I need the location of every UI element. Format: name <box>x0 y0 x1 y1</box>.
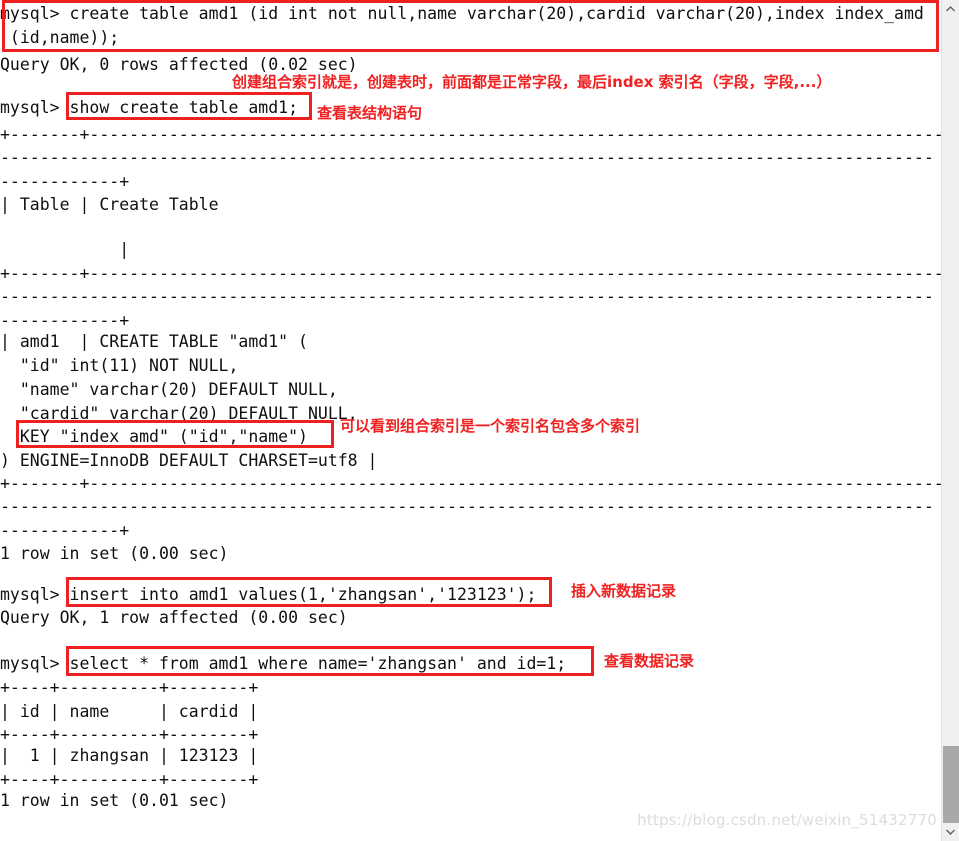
terminal-line: mysql> create table amd1 (id int not nul… <box>0 4 924 23</box>
terminal-line: Query OK, 1 row affected (0.00 sec) <box>0 608 348 627</box>
vertical-scrollbar[interactable] <box>941 0 959 841</box>
terminal-line: mysql> insert into amd1 values(1,'zhangs… <box>0 585 537 604</box>
scrollbar-thumb[interactable] <box>943 746 959 824</box>
annotation-insert-record: 插入新数据记录 <box>571 582 677 600</box>
terminal-line: mysql> show create table amd1; <box>0 98 299 117</box>
annotation-key-line-explain: 可以看到组合索引是一个索引名包含多个索引 <box>340 417 641 435</box>
terminal-line: +-------+-------------------------------… <box>0 264 941 283</box>
mysql-terminal[interactable]: mysql> create table amd1 (id int not nul… <box>0 0 941 841</box>
scroll-up-arrow-icon[interactable] <box>942 0 959 18</box>
terminal-line: ) ENGINE=InnoDB DEFAULT CHARSET=utf8 | <box>0 451 378 470</box>
terminal-line: "cardid" varchar(20) DEFAULT NULL, <box>0 404 358 423</box>
terminal-line: | Table | Create Table <box>0 195 219 214</box>
terminal-line: ----------------------------------------… <box>0 287 934 306</box>
terminal-line: ------------+ <box>0 172 130 191</box>
terminal-line: "id" int(11) NOT NULL, <box>0 356 239 375</box>
terminal-line: (id,name)); <box>0 28 120 47</box>
terminal-line: ----------------------------------------… <box>0 148 934 167</box>
terminal-line: KEY "index_amd" ("id","name") <box>0 427 308 446</box>
terminal-line: ----------------------------------------… <box>0 497 934 516</box>
terminal-line: mysql> select * from amd1 where name='zh… <box>0 654 567 673</box>
terminal-line: ------------+ <box>0 521 130 540</box>
annotation-select-record: 查看数据记录 <box>604 652 695 670</box>
terminal-line: +-------+-------------------------------… <box>0 125 941 144</box>
annotation-show-table-structure: 查看表结构语句 <box>317 104 423 122</box>
terminal-line: | 1 | zhangsan | 123123 | <box>0 746 259 765</box>
annotation-composite-index-explain: 创建组合索引就是，创建表时，前面都是正常字段，最后index 索引名（字段，字段… <box>232 73 832 91</box>
terminal-line: | <box>0 240 130 259</box>
scroll-down-arrow-icon[interactable] <box>942 823 959 841</box>
terminal-line: 1 row in set (0.01 sec) <box>0 791 229 810</box>
terminal-line: +----+----------+--------+ <box>0 678 259 697</box>
terminal-line: | amd1 | CREATE TABLE "amd1" ( <box>0 332 308 351</box>
terminal-line: 1 row in set (0.00 sec) <box>0 544 229 563</box>
terminal-line: "name" varchar(20) DEFAULT NULL, <box>0 380 338 399</box>
terminal-line: +-------+-------------------------------… <box>0 474 941 493</box>
watermark-text: https://blog.csdn.net/weixin_51432770 <box>637 811 937 829</box>
terminal-line: | id | name | cardid | <box>0 702 259 721</box>
